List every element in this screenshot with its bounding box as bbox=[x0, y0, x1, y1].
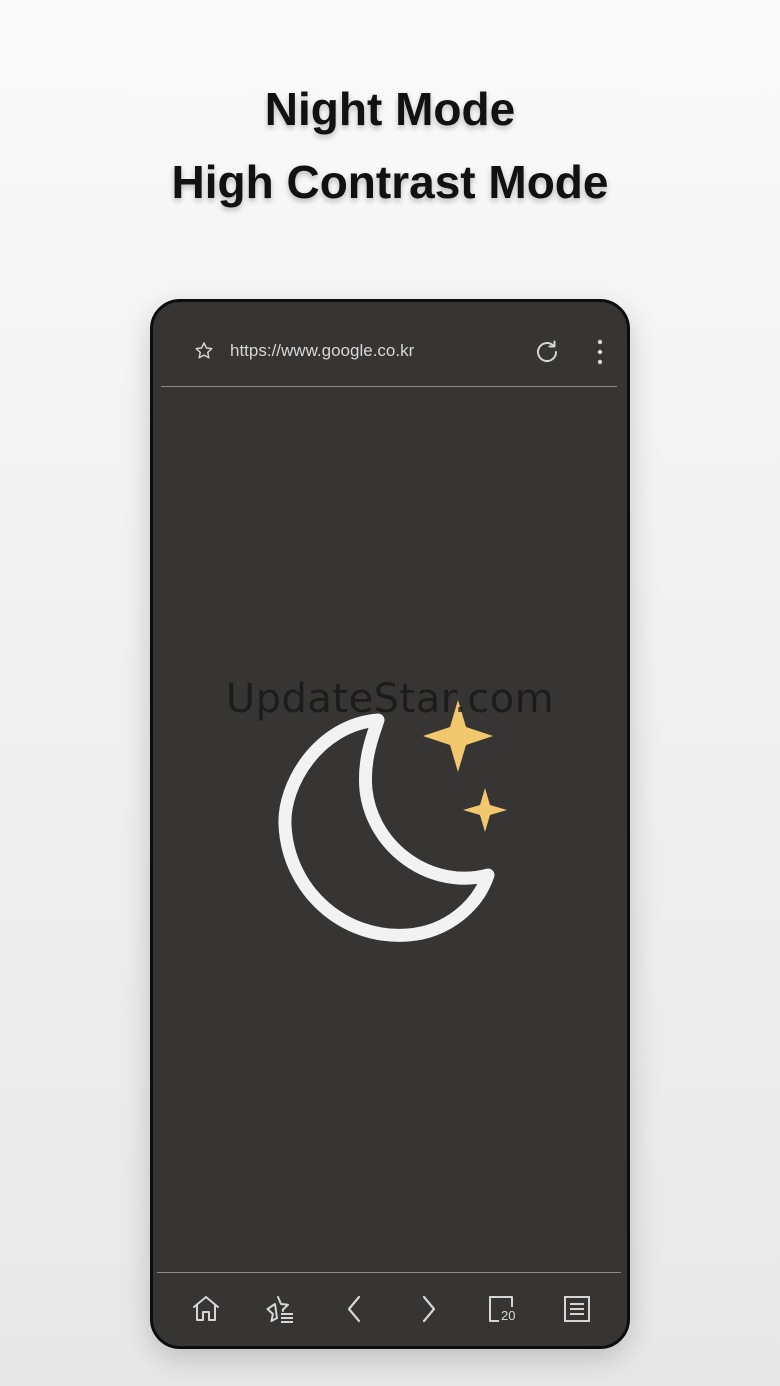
list-menu-icon[interactable] bbox=[560, 1292, 594, 1326]
more-vertical-icon[interactable] bbox=[590, 338, 610, 366]
star-outline-icon[interactable] bbox=[193, 340, 215, 362]
tab-count: 20 bbox=[501, 1308, 516, 1323]
headline-high-contrast-mode: High Contrast Mode bbox=[171, 156, 609, 208]
bottom-nav-divider bbox=[157, 1272, 621, 1273]
chevron-right-icon[interactable] bbox=[411, 1292, 445, 1326]
home-icon[interactable] bbox=[189, 1292, 223, 1326]
url-field[interactable]: https://www.google.co.kr bbox=[230, 341, 414, 361]
address-bar-divider bbox=[161, 386, 617, 387]
address-bar: https://www.google.co.kr bbox=[153, 302, 627, 386]
phone-mockup: https://www.google.co.kr UpdateStar.com bbox=[150, 299, 630, 1349]
bookmark-list-icon[interactable] bbox=[263, 1292, 297, 1326]
reload-icon[interactable] bbox=[533, 338, 561, 366]
bottom-navigation: 20 bbox=[153, 1274, 627, 1346]
tabs-icon[interactable]: 20 bbox=[485, 1292, 519, 1326]
moon-stars-icon bbox=[278, 700, 507, 942]
headline-night-mode: Night Mode bbox=[264, 83, 516, 135]
chevron-left-icon[interactable] bbox=[338, 1292, 372, 1326]
watermark: UpdateStar.com bbox=[225, 676, 555, 722]
